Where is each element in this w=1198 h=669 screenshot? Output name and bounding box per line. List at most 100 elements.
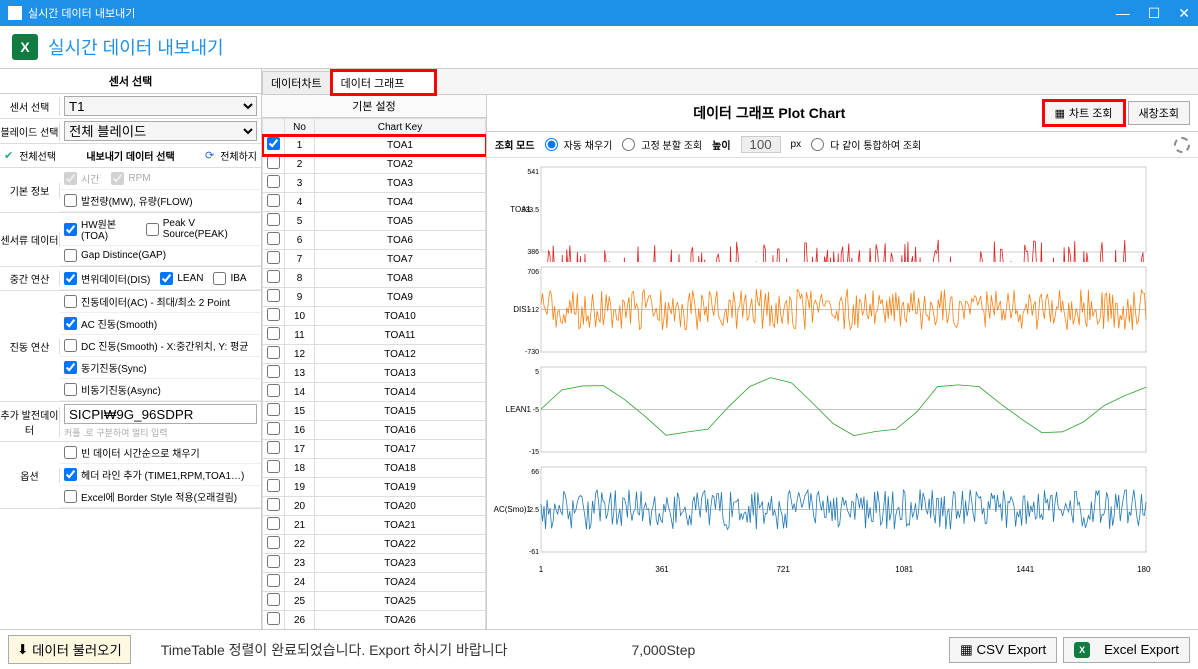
extra-hint: 커플 .로 구분하여 멀티 입력 xyxy=(64,424,257,439)
table-row[interactable]: 21TOA21 xyxy=(263,516,486,535)
svg-text:-5: -5 xyxy=(533,407,539,414)
all-select-label[interactable]: 전체선택 xyxy=(19,148,56,163)
table-row[interactable]: 13TOA13 xyxy=(263,364,486,383)
table-row[interactable]: 19TOA19 xyxy=(263,478,486,497)
center-panel: 기본 설정 No Chart Key 1TOA12TOA23TOA34TOA45… xyxy=(262,95,487,629)
svg-text:706: 706 xyxy=(527,269,539,276)
checkbox-AC 진동(Smooth)[interactable] xyxy=(64,317,77,330)
checkbox-동기진동(Sync)[interactable] xyxy=(64,361,77,374)
svg-text:1441: 1441 xyxy=(1016,565,1034,574)
table-row[interactable]: 12TOA12 xyxy=(263,345,486,364)
extra-input[interactable] xyxy=(64,404,257,424)
table-row[interactable]: 5TOA5 xyxy=(263,212,486,231)
table-icon: ▦ xyxy=(960,642,973,658)
table-row[interactable]: 9TOA9 xyxy=(263,288,486,307)
chart-TOA1: TOA1386333.5541 xyxy=(491,162,1151,262)
svg-text:721: 721 xyxy=(776,565,790,574)
table-row[interactable]: 10TOA10 xyxy=(263,307,486,326)
svg-text:1: 1 xyxy=(539,565,544,574)
table-row[interactable]: 25TOA25 xyxy=(263,592,486,611)
table-row[interactable]: 6TOA6 xyxy=(263,231,486,250)
left-title: 센서 선택 xyxy=(0,69,261,94)
mid-group-label: 중간 연산 xyxy=(0,271,60,286)
svg-text:5: 5 xyxy=(535,369,539,376)
height-label: 높이 xyxy=(712,137,730,152)
excel-icon: X xyxy=(12,34,38,60)
all-reset-label[interactable]: 전체하지 xyxy=(220,148,257,163)
load-data-button[interactable]: ⬇ 데이터 불러오기 xyxy=(8,635,131,664)
table-row[interactable]: 3TOA3 xyxy=(263,174,486,193)
checkbox-Peak V Source(PEAK)[interactable] xyxy=(146,223,159,236)
svg-text:-15: -15 xyxy=(529,449,539,456)
col-key: Chart Key xyxy=(315,119,486,136)
tab-data-graph[interactable]: 데이터 그래프 xyxy=(332,71,436,94)
checkbox-flow[interactable] xyxy=(64,194,77,207)
svg-text:-12: -12 xyxy=(529,307,539,314)
maximize-button[interactable]: ☐ xyxy=(1148,5,1161,22)
svg-text:1081: 1081 xyxy=(895,565,913,574)
view-mode-label: 조회 모드 xyxy=(495,137,535,152)
header: X 실시간 데이터 내보내기 xyxy=(0,26,1198,69)
excel-export-button[interactable]: X Excel Export xyxy=(1063,637,1190,663)
checkbox-Excel에 Border Style 적용(오래걸림)[interactable] xyxy=(64,490,77,503)
sensor-group-label: 센서류 데이터 xyxy=(0,232,60,247)
checkbox-HW원본(TOA)[interactable] xyxy=(64,223,77,236)
checkbox-LEAN[interactable] xyxy=(160,272,173,285)
svg-text:-730: -730 xyxy=(525,349,539,356)
table-row[interactable]: 17TOA17 xyxy=(263,440,486,459)
center-title: 기본 설정 xyxy=(262,95,486,118)
col-no: No xyxy=(285,119,315,136)
gear-icon[interactable] xyxy=(1174,137,1190,153)
svg-text:386: 386 xyxy=(527,249,539,256)
table-row[interactable]: 16TOA16 xyxy=(263,421,486,440)
opt-merge-all[interactable] xyxy=(811,138,824,151)
table-row[interactable]: 15TOA15 xyxy=(263,402,486,421)
svg-text:LEAN1: LEAN1 xyxy=(506,405,532,414)
chart-options: 조회 모드 자동 채우기 고정 분할 조회 높이 px 다 같이 통합하여 조회 xyxy=(487,132,1198,158)
tab-data-chart[interactable]: 데이터차트 xyxy=(262,71,331,94)
table-row[interactable]: 22TOA22 xyxy=(263,535,486,554)
table-row[interactable]: 18TOA18 xyxy=(263,459,486,478)
close-button[interactable]: ✕ xyxy=(1178,5,1190,22)
status-message: TimeTable 정렬이 완료되었습니다. Export 하시기 바랍니다 7… xyxy=(131,640,943,660)
svg-text:361: 361 xyxy=(655,565,669,574)
table-row[interactable]: 20TOA20 xyxy=(263,497,486,516)
table-row[interactable]: 8TOA8 xyxy=(263,269,486,288)
table-row[interactable]: 4TOA4 xyxy=(263,193,486,212)
table-row[interactable]: 7TOA7 xyxy=(263,250,486,269)
checkbox-헤더 라인 추가 (TIME1,RPM,TOA1…)[interactable] xyxy=(64,468,77,481)
table-row[interactable]: 14TOA14 xyxy=(263,383,486,402)
checkbox-DC 진동(Smooth) - X:중간위치, Y: 평균[interactable] xyxy=(64,339,77,352)
csv-export-button[interactable]: ▦ CSV Export xyxy=(949,637,1057,663)
table-row[interactable]: 26TOA26 xyxy=(263,611,486,630)
extra-group-label: 추가 발전데이터 xyxy=(0,407,60,437)
window-title: 실시간 데이터 내보내기 xyxy=(28,5,1116,21)
titlebar: 실시간 데이터 내보내기 — ☐ ✕ xyxy=(0,0,1198,26)
table-row[interactable]: 2TOA2 xyxy=(263,155,486,174)
svg-text:-61: -61 xyxy=(529,549,539,556)
checkbox-빈 데이터 시간순으로 채우기[interactable] xyxy=(64,446,77,459)
table-row[interactable]: 23TOA23 xyxy=(263,554,486,573)
chart-view-button[interactable]: ▦ 차트 조회 xyxy=(1044,101,1124,125)
svg-text:333.5: 333.5 xyxy=(521,207,539,214)
chart-title: 데이터 그래프 Plot Chart xyxy=(495,103,1044,123)
opt-auto-fill[interactable] xyxy=(545,138,558,151)
opt-fixed-split[interactable] xyxy=(622,138,635,151)
blade-select[interactable]: 전체 블레이드 xyxy=(64,121,257,141)
blade-label: 블레이드 선택 xyxy=(0,122,60,141)
minimize-button[interactable]: — xyxy=(1116,5,1130,22)
table-row[interactable]: 1TOA1 xyxy=(263,136,486,155)
table-row[interactable]: 11TOA11 xyxy=(263,326,486,345)
svg-text:2.5: 2.5 xyxy=(529,507,539,514)
checkbox-gap[interactable] xyxy=(64,249,77,262)
table-row[interactable]: 24TOA24 xyxy=(263,573,486,592)
sensor-select[interactable]: T1 xyxy=(64,96,257,116)
checkbox-진동데이터(AC) - 최대/최소 2 Point[interactable] xyxy=(64,295,77,308)
opt-group-label: 옵션 xyxy=(0,468,60,483)
svg-text:1800: 1800 xyxy=(1137,565,1151,574)
chart-reset-button[interactable]: 새창조회 xyxy=(1128,101,1190,125)
checkbox-IBA[interactable] xyxy=(213,272,226,285)
page-title: 실시간 데이터 내보내기 xyxy=(48,34,224,60)
checkbox-비동기진동(Async)[interactable] xyxy=(64,383,77,396)
checkbox-변위데이터(DIS)[interactable] xyxy=(64,272,77,285)
